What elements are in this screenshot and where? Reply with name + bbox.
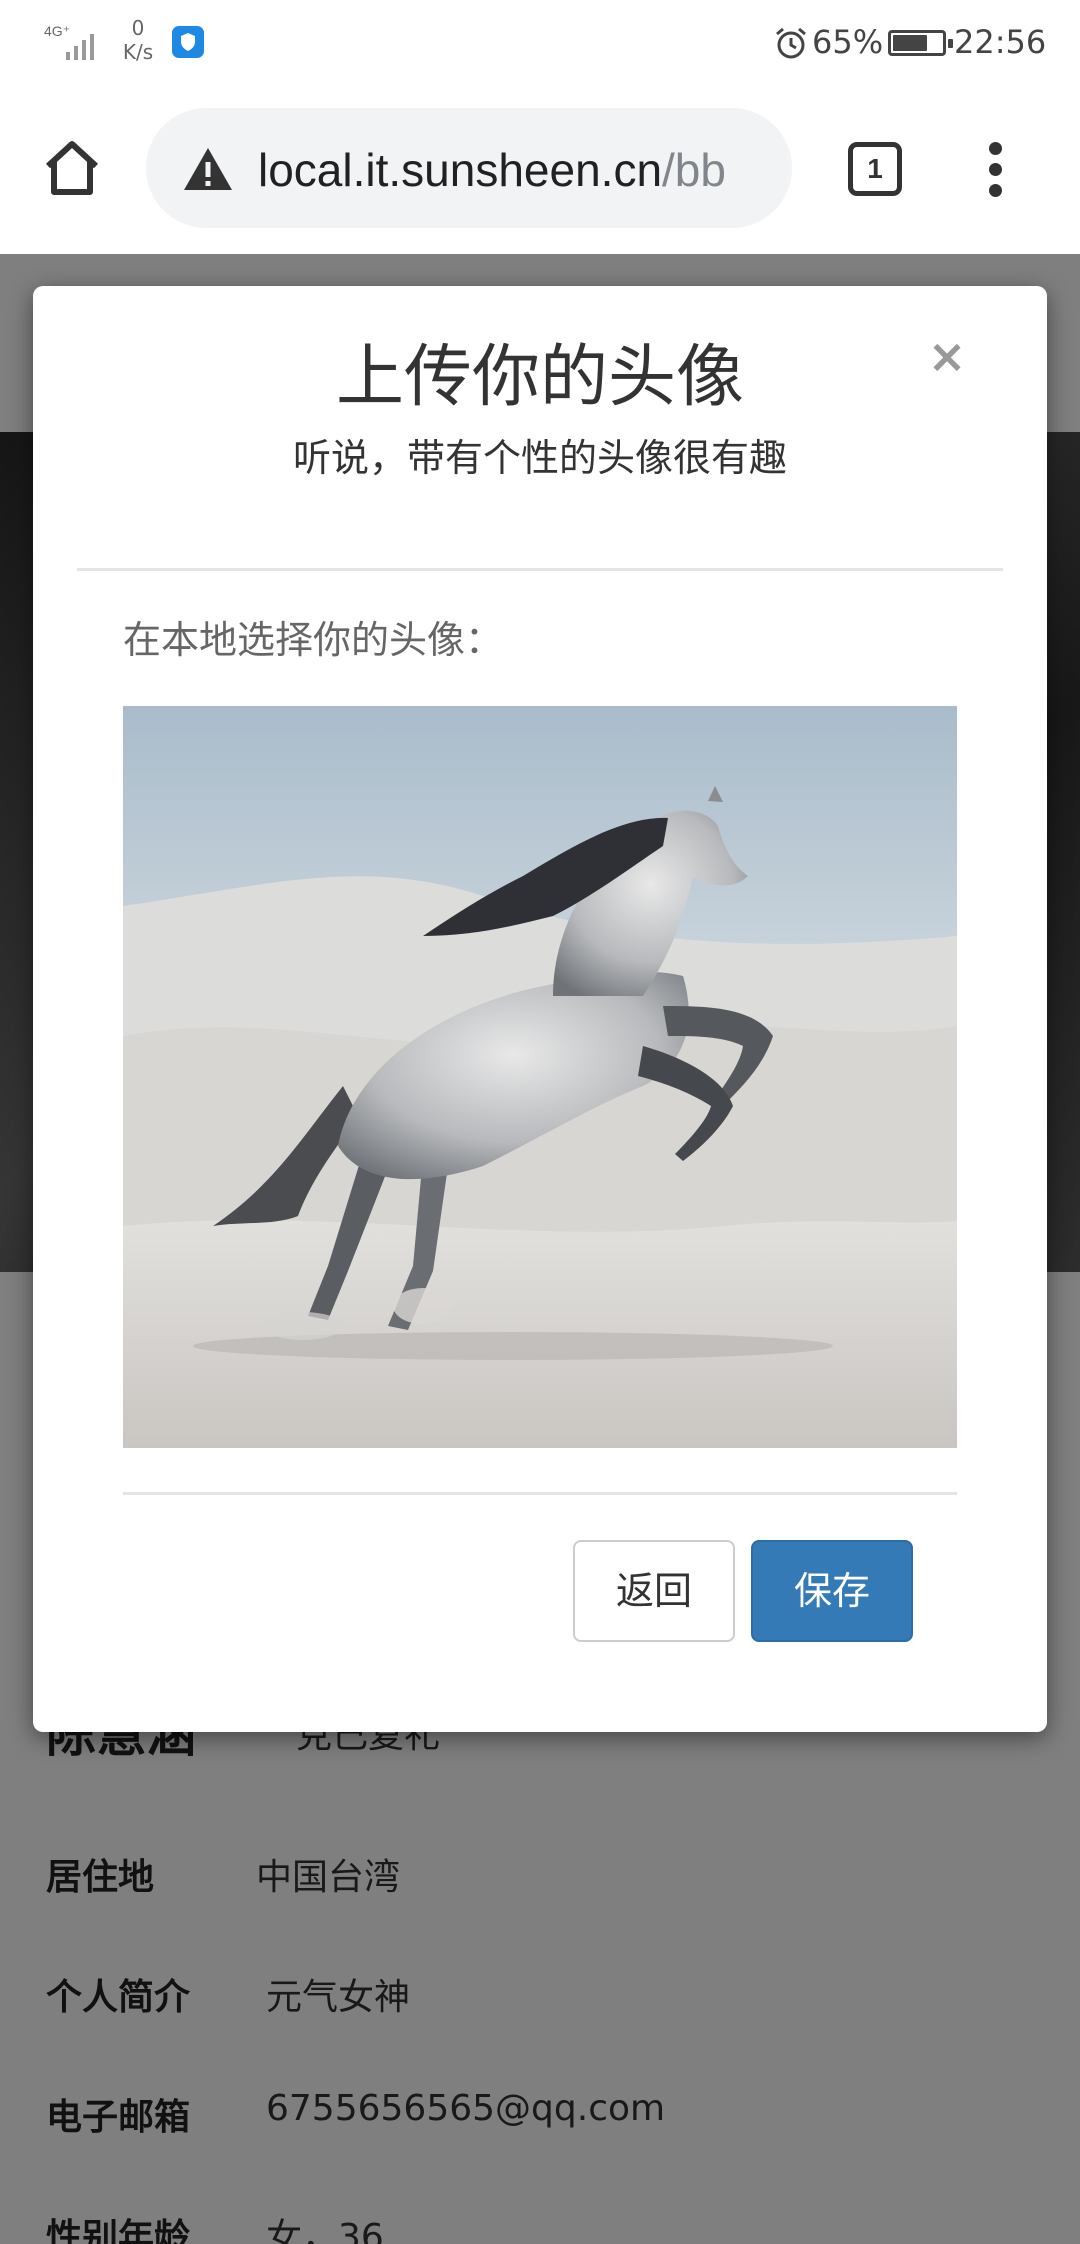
url-host: local.it.sunsheen.cn: [258, 144, 663, 196]
address-bar[interactable]: local.it.sunsheen.cn/bb: [146, 108, 792, 228]
save-button[interactable]: 保存: [751, 1540, 913, 1642]
url-text[interactable]: local.it.sunsheen.cn/bb: [258, 142, 726, 198]
avatar-preview-image[interactable]: [123, 706, 957, 1448]
horse-image: [123, 706, 957, 1448]
network-type: 4G⁺: [44, 23, 70, 39]
avatar-upload-modal: 上传你的头像 听说，带有个性的头像很有趣 × 在本地选择你的头像： 返回 保存: [33, 286, 1047, 1732]
clock: 22:56: [954, 23, 1047, 61]
modal-title: 上传你的头像: [335, 338, 744, 417]
status-bar: 4G⁺ 0 K/s 65% 22:56: [0, 0, 1080, 86]
not-secure-warning-icon[interactable]: [182, 146, 234, 192]
alarm-icon: [776, 27, 806, 59]
choose-avatar-label: 在本地选择你的头像：: [123, 618, 504, 662]
signal-icon: 4G⁺: [44, 23, 94, 60]
url-path: /bb: [662, 144, 726, 196]
close-icon[interactable]: ×: [921, 330, 973, 382]
modal-footer-divider: [123, 1492, 957, 1495]
tab-switcher-icon[interactable]: 1: [848, 142, 902, 196]
modal-header-divider: [77, 568, 1003, 571]
back-button[interactable]: 返回: [573, 1540, 735, 1642]
network-speed: 0 K/s: [118, 16, 158, 64]
browser-toolbar: local.it.sunsheen.cn/bb 1: [0, 86, 1080, 254]
battery-percent: 65%: [812, 23, 884, 61]
net-speed-value: 0: [131, 16, 145, 40]
home-icon[interactable]: [40, 136, 104, 200]
security-shield-icon: [172, 26, 204, 58]
modal-subtitle: 听说，带有个性的头像很有趣: [292, 436, 787, 480]
overflow-menu-icon[interactable]: [984, 142, 1008, 198]
battery-icon: [888, 30, 953, 56]
net-speed-unit: K/s: [122, 40, 154, 64]
